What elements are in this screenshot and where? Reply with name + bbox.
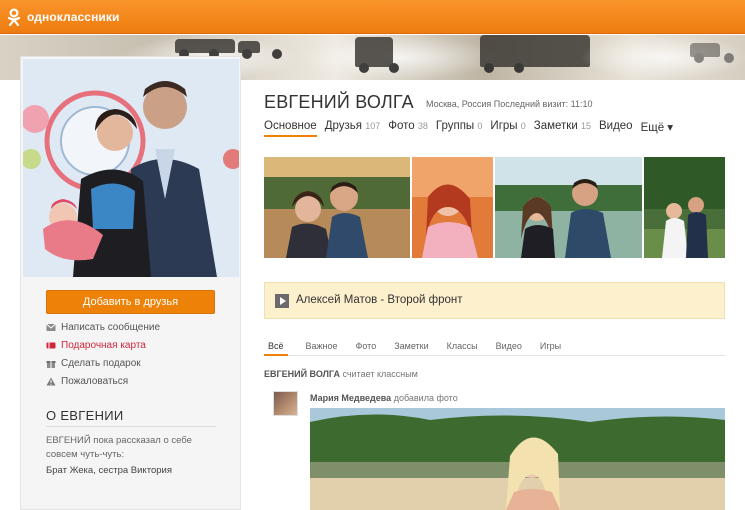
photo-thumb[interactable] — [412, 157, 493, 258]
photo-image — [644, 157, 725, 258]
feed-tab-classes[interactable]: Классы — [447, 341, 478, 356]
report-label: Пожаловаться — [61, 375, 129, 387]
relatives-link[interactable]: Брат Жека, сестра Виктория — [46, 465, 172, 476]
feed-event-actor[interactable]: ЕВГЕНИЙ ВОЛГА — [264, 369, 340, 379]
feed-tab-notes[interactable]: Заметки — [394, 341, 428, 356]
play-icon[interactable] — [275, 294, 289, 308]
tab-games[interactable]: Игры 0 — [490, 120, 525, 137]
feed-tab-video[interactable]: Видео — [496, 341, 522, 356]
about-section-title: О ЕВГЕНИИ — [46, 408, 124, 423]
tab-photos[interactable]: Фото 38 — [388, 120, 428, 137]
gift-icon — [46, 360, 56, 368]
tab-groups[interactable]: Группы 0 — [436, 120, 483, 137]
report-link[interactable]: Пожаловаться — [46, 372, 160, 390]
profile-sidebar: Добавить в друзья Написать сообщение Под… — [20, 56, 241, 510]
photo-thumb[interactable] — [495, 157, 642, 258]
friends-count: 107 — [365, 121, 381, 131]
post-author-avatar[interactable] — [273, 391, 298, 416]
profile-actions-list: Написать сообщение Подарочная карта Сдел… — [46, 318, 160, 390]
music-status-player[interactable]: Алексей Матов - Второй фронт — [264, 282, 725, 319]
post-photo-image — [310, 408, 725, 510]
make-gift-label: Сделать подарок — [61, 357, 141, 369]
photo-image — [412, 157, 493, 258]
post-action: добавила фото — [393, 393, 458, 403]
photos-count: 38 — [417, 121, 428, 131]
gift-card-link[interactable]: Подарочная карта — [46, 336, 160, 354]
about-divider — [46, 426, 216, 427]
send-message-label: Написать сообщение — [61, 321, 161, 333]
envelope-icon — [46, 323, 56, 331]
feed-filter-tabs: Всё Важное Фото Заметки Классы Видео Игр… — [264, 341, 725, 356]
gift-card-icon — [46, 342, 56, 348]
tab-friends[interactable]: Друзья 107 — [325, 120, 381, 137]
tab-more[interactable]: Ещё ▾ — [641, 120, 674, 137]
feed-tab-all[interactable]: Всё — [264, 341, 288, 356]
post-author[interactable]: Мария Медведева — [310, 393, 391, 403]
photo-thumb[interactable] — [264, 157, 410, 258]
make-gift-link[interactable]: Сделать подарок — [46, 354, 160, 372]
tab-notes[interactable]: Заметки 15 — [534, 120, 591, 137]
profile-avatar[interactable] — [23, 59, 239, 277]
ok-logo-icon — [7, 8, 21, 26]
feed-tab-games[interactable]: Игры — [540, 341, 561, 356]
feed-event-text: считает классным — [342, 369, 418, 379]
photo-image — [495, 157, 642, 258]
profile-meta: Москва, Россия Последний визит: 11:10 — [426, 99, 593, 109]
track-title[interactable]: Алексей Матов - Второй фронт — [296, 294, 463, 306]
profile-nav: Основное Друзья 107 Фото 38 Группы 0 Игр… — [264, 120, 673, 137]
games-count: 0 — [520, 121, 526, 131]
about-text: ЕВГЕНИЙ пока рассказал о себе совсем чут… — [46, 435, 192, 460]
photo-image — [264, 157, 410, 258]
tab-video[interactable]: Видео — [599, 120, 633, 137]
profile-name: ЕВГЕНИЙ ВОЛГА — [264, 92, 414, 112]
send-message-link[interactable]: Написать сообщение — [46, 318, 160, 336]
add-friend-button[interactable]: Добавить в друзья — [46, 290, 215, 314]
photo-thumb[interactable] — [644, 157, 725, 258]
post-header: Мария Медведева добавила фото — [310, 393, 458, 403]
site-name: одноклассники — [27, 10, 120, 24]
feed-event-line: ЕВГЕНИЙ ВОЛГА считает классным — [264, 369, 418, 379]
warning-icon — [46, 377, 56, 385]
site-logo[interactable]: одноклассники — [6, 8, 119, 26]
gift-card-label: Подарочная карта — [61, 339, 146, 351]
tab-main[interactable]: Основное — [264, 120, 317, 137]
avatar-photo — [23, 59, 239, 277]
feed-tab-photo[interactable]: Фото — [356, 341, 377, 356]
top-bar: одноклассники — [0, 0, 745, 34]
feed-tab-important[interactable]: Важное — [306, 341, 338, 356]
groups-count: 0 — [477, 121, 483, 131]
notes-count: 15 — [580, 121, 591, 131]
post-photo[interactable] — [310, 408, 725, 510]
